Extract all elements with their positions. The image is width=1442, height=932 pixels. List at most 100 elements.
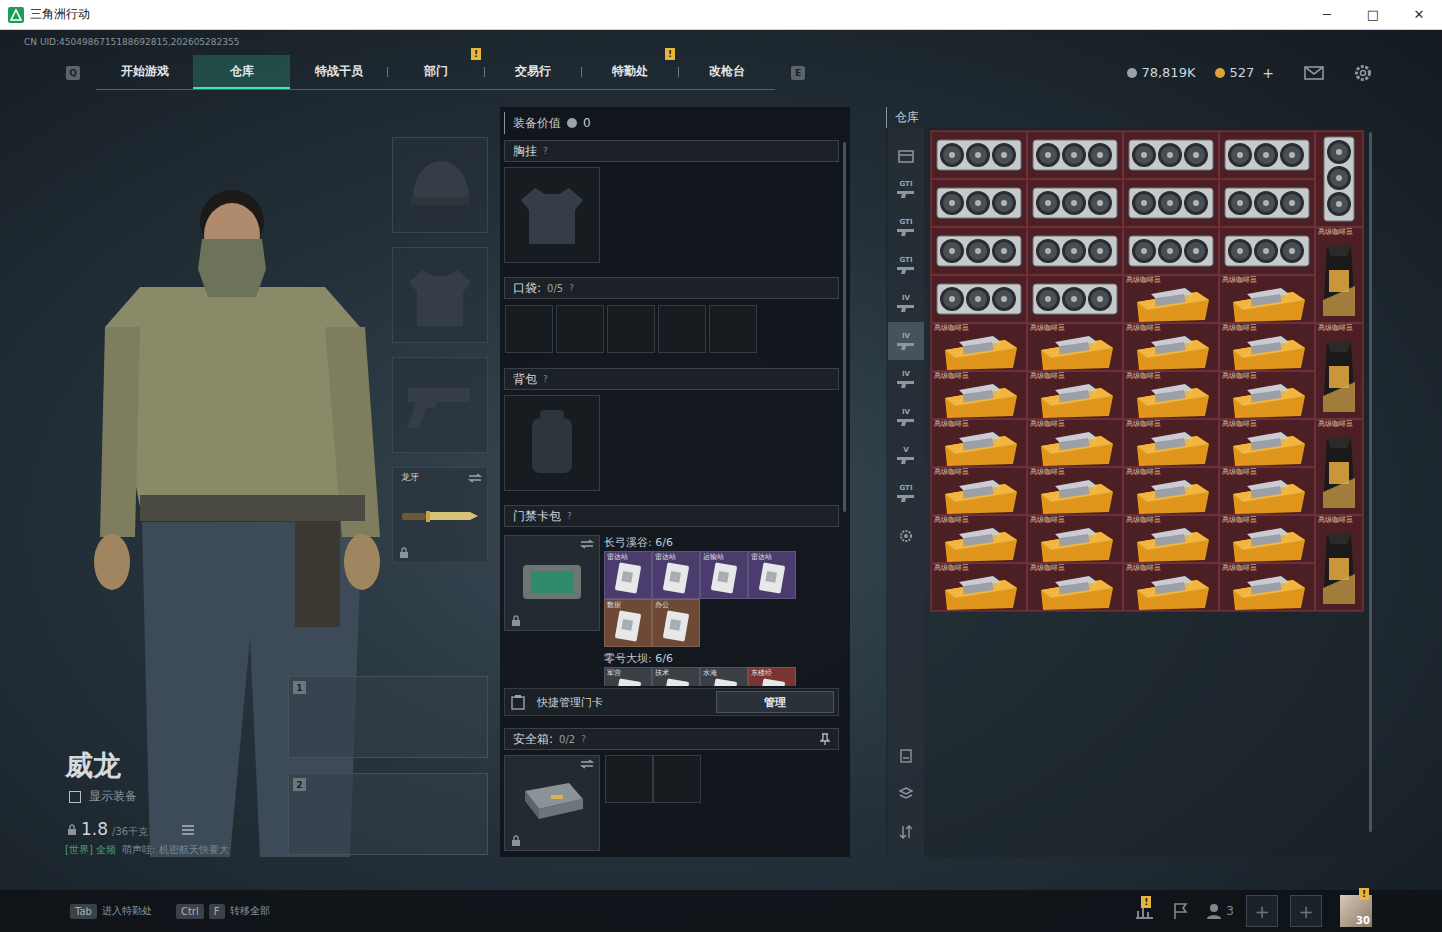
warehouse-tab[interactable]: GTI — [888, 170, 924, 208]
inventory-item[interactable]: 高级咖啡豆 — [1315, 227, 1363, 323]
show-equipment-toggle[interactable]: 显示装备 — [65, 788, 288, 805]
nav-tab[interactable]: 特战干员 — [290, 55, 387, 89]
inventory-item[interactable] — [1027, 227, 1123, 275]
player-avatar[interactable]: 30! — [1340, 895, 1372, 927]
pin-icon[interactable] — [820, 733, 830, 745]
pocket-slot[interactable] — [556, 305, 604, 353]
warehouse-tab[interactable]: GTI — [888, 246, 924, 284]
inventory-item[interactable]: 高级咖啡豆 — [1219, 371, 1315, 419]
mail-icon[interactable] — [1304, 66, 1324, 80]
warehouse-tab[interactable]: GTI — [888, 208, 924, 246]
scrollbar[interactable] — [843, 112, 846, 852]
inventory-item[interactable]: 高级咖啡豆 — [1123, 323, 1219, 371]
window-control-button[interactable]: □ — [1350, 0, 1396, 29]
warehouse-tool[interactable] — [888, 813, 924, 851]
add-currency-button[interactable]: + — [1262, 65, 1274, 81]
keycard[interactable]: 雷达站 — [604, 551, 652, 599]
inventory-item[interactable]: 高级咖啡豆 — [1123, 515, 1219, 563]
inventory-item[interactable] — [931, 275, 1027, 323]
inventory-item[interactable]: 高级咖啡豆 — [931, 371, 1027, 419]
inventory-item[interactable]: 高级咖啡豆 — [1219, 323, 1315, 371]
gear-slot[interactable]: 龙牙 — [392, 467, 488, 563]
nav-tab[interactable]: 特勤处! — [581, 55, 678, 89]
inventory-item[interactable]: 高级咖啡豆 — [931, 467, 1027, 515]
manage-button[interactable]: 管理 — [716, 691, 834, 713]
team-slot[interactable]: + — [1290, 895, 1322, 927]
inventory-item[interactable]: 高级咖啡豆 — [1123, 371, 1219, 419]
inventory-item[interactable]: 高级咖啡豆 — [1315, 323, 1363, 419]
inventory-item[interactable]: 高级咖啡豆 — [931, 515, 1027, 563]
settings-icon[interactable] — [899, 529, 913, 543]
warehouse-tab[interactable] — [888, 512, 924, 550]
mail-button[interactable] — [1304, 66, 1324, 80]
inventory-item[interactable]: 高级咖啡豆 — [1123, 275, 1219, 323]
keycard[interactable]: 东楼经 — [748, 667, 796, 686]
inventory-item[interactable] — [1123, 131, 1219, 179]
gear-slot[interactable] — [392, 357, 488, 453]
inventory-item[interactable]: 高级咖啡豆 — [1027, 371, 1123, 419]
sort-icon[interactable] — [898, 748, 914, 764]
warehouse-tab[interactable]: IV — [888, 322, 924, 360]
keycard[interactable]: 军营 — [604, 667, 652, 686]
keycard[interactable]: 办公 — [652, 599, 700, 647]
keycard[interactable]: 数据 — [604, 599, 652, 647]
inventory-item[interactable]: 高级咖啡豆 — [931, 563, 1027, 611]
scrollbar[interactable] — [1369, 128, 1372, 857]
pocket-slot[interactable] — [607, 305, 655, 353]
flag-button[interactable] — [1172, 902, 1188, 920]
inventory-item[interactable] — [931, 227, 1027, 275]
inventory-item[interactable] — [931, 179, 1027, 227]
swap-icon[interactable] — [580, 539, 594, 549]
inventory-item[interactable]: 高级咖啡豆 — [1315, 419, 1363, 515]
keycard[interactable]: 运输站 — [700, 551, 748, 599]
inventory-item[interactable]: 高级咖啡豆 — [1315, 515, 1363, 611]
inventory-item[interactable]: 高级咖啡豆 — [1123, 467, 1219, 515]
checkbox[interactable] — [69, 791, 81, 803]
prev-tab-key[interactable]: Q — [66, 66, 80, 80]
friends-button[interactable]: 3 — [1206, 903, 1234, 919]
safe-slot[interactable] — [605, 755, 653, 803]
settings-button[interactable] — [1354, 64, 1372, 82]
inventory-item[interactable]: 高级咖啡豆 — [1027, 467, 1123, 515]
keycard[interactable]: 水淹 — [700, 667, 748, 686]
inventory-item[interactable] — [1315, 131, 1363, 227]
friends-icon[interactable] — [1206, 903, 1222, 919]
chest-rig-slot[interactable] — [504, 167, 600, 263]
warehouse-tab[interactable]: V — [888, 436, 924, 474]
warehouse-tab[interactable]: GTI — [888, 474, 924, 512]
keycard[interactable]: 技术 — [652, 667, 700, 686]
inventory-item[interactable] — [1027, 275, 1123, 323]
inventory-item[interactable] — [1219, 131, 1315, 179]
warehouse-tab[interactable]: IV — [888, 284, 924, 322]
swap-icon[interactable] — [580, 759, 594, 769]
list-icon[interactable] — [182, 825, 194, 835]
warehouse-tab[interactable]: IV — [888, 360, 924, 398]
inventory-item[interactable]: 高级咖啡豆 — [1027, 419, 1123, 467]
inventory-item[interactable]: 高级咖啡豆 — [931, 323, 1027, 371]
nav-tab[interactable]: 交易行 — [484, 55, 581, 89]
inventory-item[interactable] — [1027, 131, 1123, 179]
warehouse-tool[interactable] — [888, 775, 924, 813]
gear-slot[interactable] — [392, 137, 488, 233]
inventory-item[interactable]: 高级咖啡豆 — [1123, 563, 1219, 611]
key-hint[interactable]: CtrlF转移全部 — [176, 904, 270, 919]
weapon-slot[interactable]: 2 — [288, 773, 488, 855]
safe-box[interactable] — [504, 755, 600, 851]
inventory-item[interactable]: 高级咖啡豆 — [1219, 515, 1315, 563]
inventory-item[interactable] — [1123, 227, 1219, 275]
keycard-holder[interactable] — [504, 535, 600, 631]
inventory-item[interactable] — [1027, 179, 1123, 227]
warehouse-tab[interactable]: IV — [888, 398, 924, 436]
gear-icon[interactable] — [1354, 64, 1372, 82]
warehouse-tool[interactable] — [888, 737, 924, 775]
layers-icon[interactable] — [898, 786, 914, 802]
next-tab-key[interactable]: E — [791, 66, 805, 80]
nav-tab[interactable]: 部门! — [387, 55, 484, 89]
inventory-item[interactable]: 高级咖啡豆 — [931, 419, 1027, 467]
gear-slot[interactable] — [392, 247, 488, 343]
inventory-item[interactable]: 高级咖啡豆 — [1219, 419, 1315, 467]
pocket-slot[interactable] — [505, 305, 553, 353]
inventory-item[interactable] — [931, 131, 1027, 179]
safe-slot[interactable] — [653, 755, 701, 803]
inventory-item[interactable] — [1219, 179, 1315, 227]
